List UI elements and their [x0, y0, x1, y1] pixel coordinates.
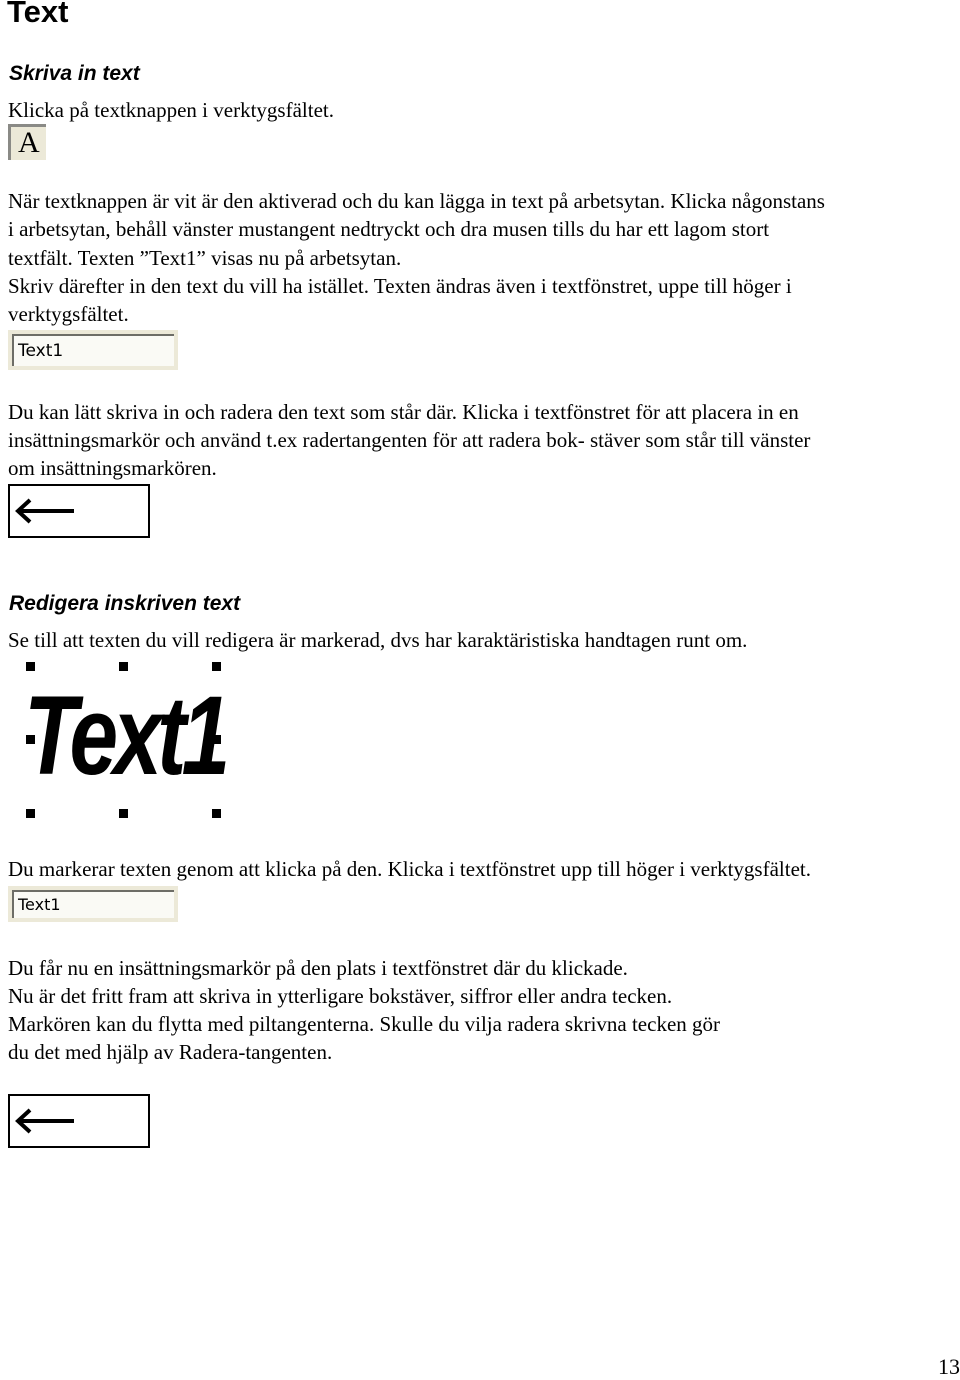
selection-handle[interactable]: [212, 809, 221, 818]
paragraph-line: Nu är det fritt fram att skriva in ytter…: [8, 984, 673, 1008]
paragraph-line: Du kan lätt skriva in och radera den tex…: [8, 400, 799, 424]
section-heading-skriva: Skriva in text: [9, 62, 140, 85]
paragraph-line: verktygsfältet.: [8, 302, 129, 326]
paragraph-line: insättningsmarkör och använd t.ex radert…: [8, 428, 811, 452]
paragraph-line: du det med hjälp av Radera-tangenten.: [8, 1040, 333, 1064]
section2-paragraph1: Du markerar texten genom att klicka på d…: [8, 857, 811, 881]
paragraph-line: När textknappen är vit är den aktiverad …: [8, 189, 825, 213]
text-window-value: Text1: [18, 895, 61, 914]
paragraph-line: Du får nu en insättningsmarkör på den pl…: [8, 956, 628, 980]
backspace-arrow-icon: [15, 1108, 74, 1134]
selected-text-object[interactable]: Text1: [18, 658, 238, 824]
section1-intro: Klicka på textknappen i verktygsfältet.: [8, 98, 334, 122]
selection-handle[interactable]: [119, 662, 128, 671]
text-window-value: Text1: [18, 341, 64, 361]
text-tool-icon: A: [18, 126, 40, 159]
page-title: Text: [7, 0, 69, 29]
selection-handle[interactable]: [212, 662, 221, 671]
backspace-key-2: [8, 1094, 150, 1148]
backspace-arrow-icon: [15, 498, 74, 524]
paragraph-line: om insättningsmarkören.: [8, 456, 217, 480]
text-tool-button[interactable]: A: [8, 124, 46, 160]
text-window-inner: Text1: [12, 890, 174, 918]
selection-handle[interactable]: [26, 809, 35, 818]
section-heading-redigera: Redigera inskriven text: [9, 592, 241, 615]
paragraph-line: Markören kan du flytta med piltangentern…: [8, 1012, 721, 1036]
page-number: 13: [938, 1354, 960, 1379]
selection-handle[interactable]: [26, 662, 35, 671]
backspace-key: [8, 484, 150, 538]
paragraph-line: textfält. Texten ”Text1” visas nu på arb…: [8, 246, 402, 270]
text-window-inner: Text1: [12, 334, 174, 366]
paragraph-line: i arbetsytan, behåll vänster mustangent …: [8, 217, 770, 241]
text-window-field[interactable]: Text1: [8, 330, 178, 370]
section2-intro: Se till att texten du vill redigera är m…: [8, 628, 748, 652]
selection-handle[interactable]: [119, 809, 128, 818]
selected-text-content: Text1: [24, 673, 230, 798]
text-window-field-2[interactable]: Text1: [8, 886, 178, 922]
paragraph-line: Skriv därefter in den text du vill ha is…: [8, 274, 792, 298]
